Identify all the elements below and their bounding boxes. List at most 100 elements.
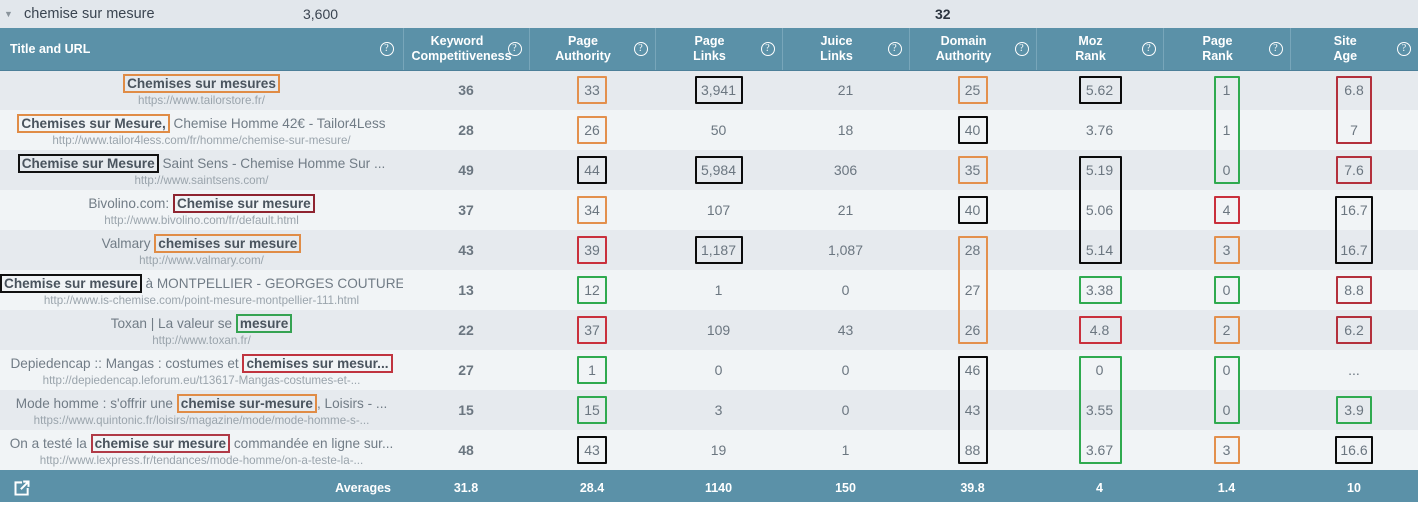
result-url[interactable]: http://www.lexpress.fr/tendances/mode-ho… [0,454,403,467]
help-icon[interactable]: ? [887,41,902,56]
search-volume-value: 3,600 [303,6,339,22]
cell-site-age: 8.8 [1290,270,1418,310]
serp-results-table: Title and URL ? Keyword Competitiveness … [0,28,1418,470]
cell-keyword-competitiveness: 37 [403,190,529,230]
cell-title-url[interactable]: Chemise sur mesure à MONTPELLIER - GEORG… [0,270,403,310]
table-row[interactable]: Chemises sur Mesure, Chemise Homme 42€ -… [0,110,1418,150]
cell-title-url[interactable]: Depiedencap :: Mangas : costumes et chem… [0,350,403,390]
column-header-page-rank[interactable]: Page Rank ? [1163,28,1291,71]
result-url[interactable]: https://www.quintonic.fr/loisirs/magazin… [0,414,403,427]
cell-keyword-competitiveness: 28 [403,110,529,150]
result-title[interactable]: Valmary chemises sur mesure [0,234,403,253]
cell-page-rank: 2 [1163,310,1290,350]
table-row[interactable]: Mode homme : s'offrir une chemise sur-me… [0,390,1418,430]
table-row[interactable]: Chemises sur mesures https://www.tailorst… [0,70,1418,110]
cell-page-rank: 3 [1163,230,1290,270]
help-icon[interactable]: ? [1397,41,1411,56]
table-row[interactable]: Chemise sur Mesure Saint Sens - Chemise … [0,150,1418,190]
caret-down-icon[interactable]: ▼ [4,9,22,19]
help-icon[interactable]: ? [760,41,775,56]
cell-moz-rank: 4.8 [1036,310,1163,350]
column-header-page-links[interactable]: Page Links ? [655,28,783,71]
column-header-moz-rank[interactable]: Moz Rank ? [1036,28,1164,71]
cell-page-links: 19 [655,430,782,470]
cell-title-url[interactable]: Toxan | La valeur se mesure http://www.to… [0,310,403,350]
cell-page-authority: 1 [529,350,655,390]
column-da-line1: Domain [940,34,987,49]
column-header-site-age[interactable]: Site Age ? [1290,28,1418,71]
cell-site-age: 7.6 [1290,150,1418,190]
cell-page-links: 5,984 [655,150,782,190]
column-pa-line2: Authority [555,48,611,63]
column-header-page-authority[interactable]: Page Authority ? [529,28,656,71]
help-icon[interactable]: ? [507,41,522,56]
table-row[interactable]: Bivolino.com: Chemise sur mesure http://w… [0,190,1418,230]
column-header-juice-links[interactable]: Juice Links ? [782,28,910,71]
column-header-keyword-competitiveness[interactable]: Keyword Competitiveness ? [403,28,530,71]
table-row[interactable]: Chemise sur mesure à MONTPELLIER - GEORG… [0,270,1418,310]
cell-page-links: 3,941 [655,70,782,110]
help-icon[interactable]: ? [1268,41,1283,56]
result-title[interactable]: On a testé la chemise sur mesure command… [0,434,403,453]
title-text: Bivolino.com: [88,196,173,211]
column-kc-line1: Keyword [430,34,484,49]
result-url[interactable]: http://www.is-chemise.com/point-mesure-m… [0,294,403,307]
result-title[interactable]: Chemises sur Mesure, Chemise Homme 42€ -… [0,114,403,133]
help-icon[interactable]: ? [1141,41,1156,56]
help-icon[interactable]: ? [379,41,394,56]
result-url[interactable]: http://www.saintsens.com/ [0,174,403,187]
cell-title-url[interactable]: Bivolino.com: Chemise sur mesure http://w… [0,190,403,230]
cell-title-url[interactable]: Chemises sur mesures https://www.tailorst… [0,70,403,110]
result-title[interactable]: Chemise sur mesure à MONTPELLIER - GEORG… [0,274,403,293]
title-text: à MONTPELLIER - GEORGES COUTURE [141,276,404,291]
table-row[interactable]: Valmary chemises sur mesure http://www.va… [0,230,1418,270]
result-url[interactable]: http://www.valmary.com/ [0,254,403,267]
cell-site-age: ... [1290,350,1418,390]
cell-moz-rank: 3.38 [1036,270,1163,310]
cell-juice-links: 1 [782,430,909,470]
table-row[interactable]: On a testé la chemise sur mesure command… [0,430,1418,470]
cell-juice-links: 0 [782,390,909,430]
cell-page-rank: 0 [1163,390,1290,430]
column-jlinks-line1: Juice [820,34,853,49]
column-kc-line2: Competitiveness [411,48,512,63]
cell-title-url[interactable]: Mode homme : s'offrir une chemise sur-me… [0,390,403,430]
cell-site-age: 16.6 [1290,430,1418,470]
averages-page-rank: 1.4 [1217,481,1236,495]
cell-page-authority: 26 [529,110,655,150]
title-text: Mode homme : s'offrir une [15,396,177,411]
result-title[interactable]: Toxan | La valeur se mesure [0,314,403,333]
cell-title-url[interactable]: Chemises sur Mesure, Chemise Homme 42€ -… [0,110,403,150]
result-title[interactable]: Chemise sur Mesure Saint Sens - Chemise … [0,154,403,173]
result-url[interactable]: http://www.toxan.fr/ [0,334,403,347]
result-title[interactable]: Chemises sur mesures [0,74,403,94]
column-plinks-line2: Links [693,48,726,63]
title-text: commandée en ligne sur... [230,436,394,451]
table-row[interactable]: Depiedencap :: Mangas : costumes et chem… [0,350,1418,390]
keyword-highlight: chemises sur mesur... [242,354,393,373]
result-title[interactable]: Depiedencap :: Mangas : costumes et chem… [0,354,403,373]
cell-page-rank: 1 [1163,110,1290,150]
column-header-domain-authority[interactable]: Domain Authority ? [909,28,1037,71]
help-icon[interactable]: ? [633,41,648,56]
result-title[interactable]: Bivolino.com: Chemise sur mesure [0,194,403,213]
cell-title-url[interactable]: Chemise sur Mesure Saint Sens - Chemise … [0,150,403,190]
column-header-title-url[interactable]: Title and URL ? [0,28,404,71]
keyword-highlight: chemises sur mesure [154,234,302,253]
result-url[interactable]: https://www.tailorstore.fr/ [0,94,403,107]
result-title[interactable]: Mode homme : s'offrir une chemise sur-me… [0,394,403,413]
cell-title-url[interactable]: On a testé la chemise sur mesure command… [0,430,403,470]
averages-juice-links: 150 [835,481,856,495]
column-age-line1: Site [1333,34,1357,49]
cell-title-url[interactable]: Valmary chemises sur mesure http://www.va… [0,230,403,270]
keyword-highlight: mesure [235,314,293,333]
cell-keyword-competitiveness: 48 [403,430,529,470]
result-url[interactable]: http://depiedencap.leforum.eu/t13617-Man… [0,374,403,387]
table-row[interactable]: Toxan | La valeur se mesure http://www.to… [0,310,1418,350]
external-link-icon[interactable] [12,478,32,498]
column-title-line1: Title and URL [10,41,91,56]
result-url[interactable]: http://www.tailor4less.com/fr/homme/chem… [0,134,403,147]
help-icon[interactable]: ? [1014,41,1029,56]
keyword-highlight: Chemises sur mesures [123,74,280,94]
result-url[interactable]: http://www.bivolino.com/fr/default.html [0,214,403,227]
